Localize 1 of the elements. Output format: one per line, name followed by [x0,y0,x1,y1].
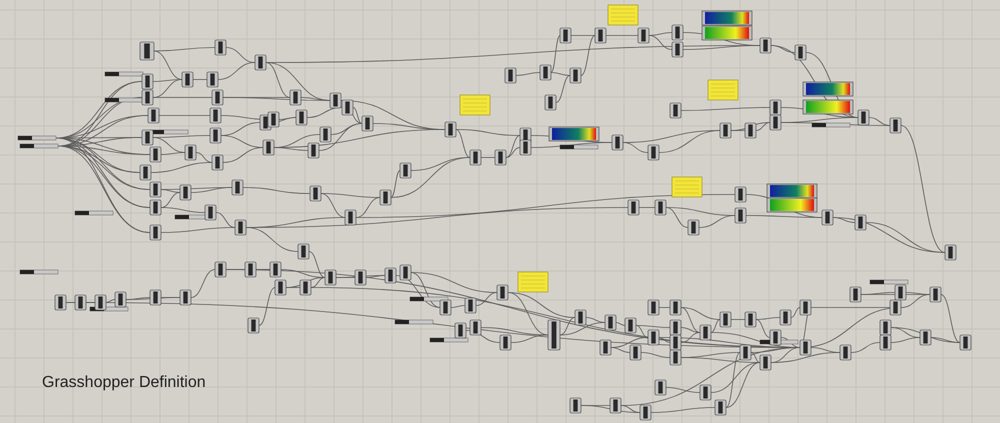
canvas-caption: Grasshopper Definition [42,373,206,393]
